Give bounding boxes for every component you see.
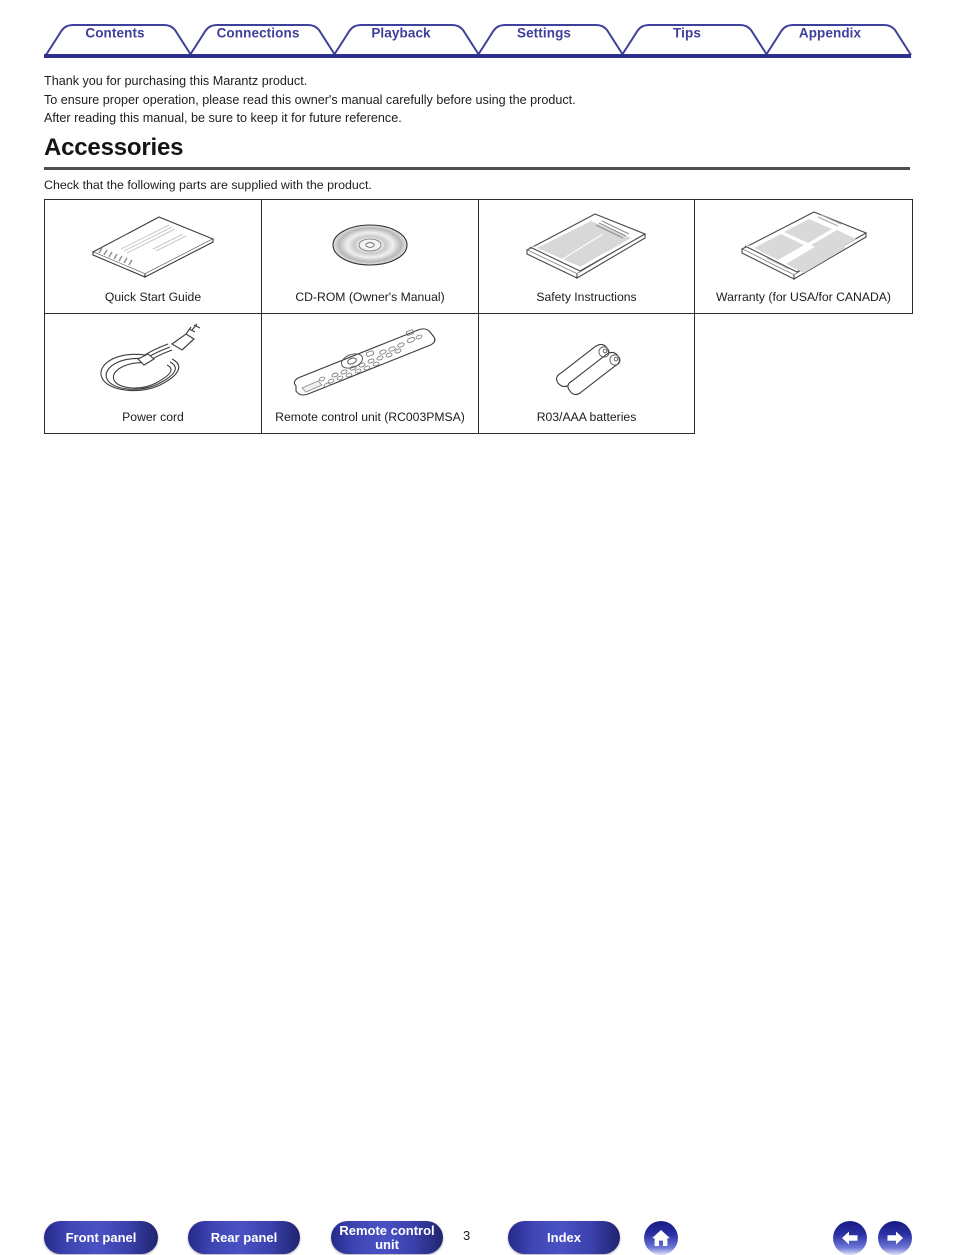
tab-contents[interactable]: Contents: [85, 26, 144, 41]
tab-playback[interactable]: Playback: [371, 26, 430, 41]
arrow-right-icon: [887, 1231, 903, 1245]
tab-bar-underline: [44, 54, 911, 58]
back-button[interactable]: [833, 1221, 867, 1255]
accessory-label: Remote control unit (RC003PMSA): [275, 410, 465, 424]
accessory-cell-remote-control: Remote control unit (RC003PMSA): [261, 313, 479, 434]
tab-connections[interactable]: Connections: [217, 26, 300, 41]
accessory-cell-power-cord: Power cord: [44, 313, 262, 434]
rear-panel-button[interactable]: Rear panel: [188, 1221, 300, 1254]
accessory-label: Warranty (for USA/for CANADA): [716, 290, 891, 304]
intro-paragraph: Thank you for purchasing this Marantz pr…: [44, 72, 904, 128]
power-cord-illustration: [45, 314, 261, 410]
arrow-left-icon: [842, 1231, 858, 1245]
accessory-cell-batteries: R03/AAA batteries: [478, 313, 695, 434]
table-row: Power cord Remote control unit (RC003PMS…: [44, 313, 913, 434]
heading-divider: [44, 167, 910, 170]
accessory-label: Safety Instructions: [536, 290, 637, 304]
section-subtext: Check that the following parts are suppl…: [44, 178, 372, 192]
accessory-cell-safety-instructions: Safety Instructions: [478, 199, 695, 314]
page-title: Accessories: [44, 134, 184, 161]
bottom-navigation: Front panel Rear panel Remote control un…: [0, 606, 954, 1255]
accessory-cell-empty: [695, 314, 913, 434]
accessory-label: CD-ROM (Owner's Manual): [295, 290, 445, 304]
tab-tips[interactable]: Tips: [673, 26, 701, 41]
remote-control-illustration: [262, 314, 478, 410]
accessories-table: Quick Start Guide CD-ROM (Owner's Manual…: [44, 199, 913, 434]
intro-line-3: After reading this manual, be sure to ke…: [44, 111, 402, 125]
intro-line-2: To ensure proper operation, please read …: [44, 92, 576, 107]
safety-instructions-illustration: [479, 200, 694, 290]
tab-appendix[interactable]: Appendix: [799, 26, 861, 41]
cd-rom-illustration: [262, 200, 478, 290]
remote-control-unit-button[interactable]: Remote control unit: [331, 1221, 443, 1254]
front-panel-button[interactable]: Front panel: [44, 1221, 158, 1254]
accessory-cell-cd-rom: CD-ROM (Owner's Manual): [261, 199, 479, 314]
remote-control-unit-button-line2: unit: [375, 1236, 399, 1252]
accessory-label: Quick Start Guide: [104, 290, 202, 304]
page-number: 3: [463, 1228, 471, 1243]
accessory-label: Power cord: [122, 410, 184, 424]
remote-control-unit-button-line1: Remote control: [339, 1222, 435, 1238]
quick-start-guide-illustration: [45, 200, 261, 290]
tab-bar: Contents Connections Playback Settings T…: [0, 0, 954, 62]
batteries-illustration: [479, 314, 694, 410]
home-button[interactable]: [644, 1221, 678, 1255]
warranty-illustration: [695, 200, 912, 290]
forward-button[interactable]: [878, 1221, 912, 1255]
accessory-cell-quick-start-guide: Quick Start Guide: [44, 199, 262, 314]
home-icon: [652, 1230, 670, 1246]
index-button[interactable]: Index: [508, 1221, 620, 1254]
table-row: Quick Start Guide CD-ROM (Owner's Manual…: [44, 199, 913, 314]
accessory-label: R03/AAA batteries: [536, 410, 637, 424]
intro-line-1: Thank you for purchasing this Marantz pr…: [44, 74, 308, 88]
accessory-cell-warranty: Warranty (for USA/for CANADA): [694, 199, 913, 314]
tab-settings[interactable]: Settings: [517, 26, 571, 41]
